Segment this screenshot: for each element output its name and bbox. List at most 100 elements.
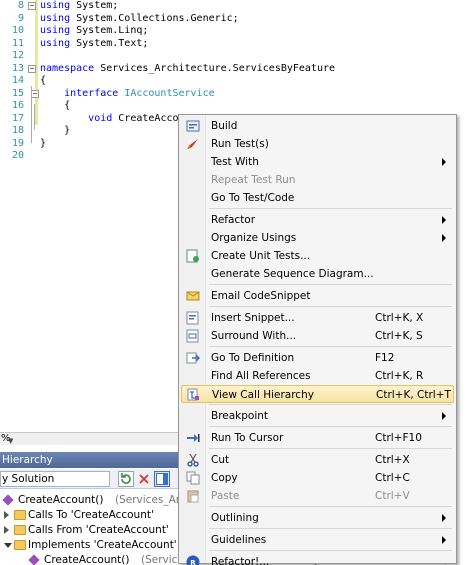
expanded-triangle-icon[interactable] xyxy=(4,543,12,548)
menu-item-run-to-cursor[interactable]: Run To Cursor Ctrl+F10 xyxy=(181,429,454,447)
menu-item-shortcut: Ctrl+K, Ctrl+T xyxy=(376,389,451,401)
keyword-token: using xyxy=(40,37,71,49)
tree-node-label: CreateAccount() xyxy=(44,554,130,565)
line-number: 16 xyxy=(11,100,24,111)
menu-item-paste: Paste Ctrl+V xyxy=(181,487,454,505)
code-line[interactable]: 8 using System; − xyxy=(0,0,475,13)
menu-item-run-test-s[interactable]: Run Test(s) xyxy=(181,135,454,153)
menu-item-surround-with[interactable]: Surround With... Ctrl+K, S xyxy=(181,327,454,345)
code-text[interactable]: { xyxy=(40,100,70,113)
menu-item-label: Organize Usings xyxy=(211,232,297,244)
method-icon xyxy=(28,554,40,565)
menu-item-label: Refactor xyxy=(211,214,256,226)
menu-item-breakpoint[interactable]: Breakpoint xyxy=(181,407,454,425)
menu-separator xyxy=(209,506,452,507)
code-line[interactable]: 14 { xyxy=(0,75,475,88)
menu-separator xyxy=(209,528,452,529)
line-number: 11 xyxy=(11,37,24,49)
menu-separator xyxy=(209,208,452,209)
menu-item-email-codesnippet[interactable]: Email CodeSnippet xyxy=(181,287,454,305)
refresh-icon[interactable] xyxy=(118,471,134,487)
collapse-outline-icon[interactable]: − xyxy=(31,89,39,98)
editor-context-menu: Build Run Test(s) Test With Repeat Test Run… xyxy=(178,114,457,565)
code-text[interactable]: namespace Services_Architecture.Services… xyxy=(40,63,335,76)
menu-item-shortcut: Ctrl+V xyxy=(375,490,410,502)
call-hierarchy-tree[interactable]: CreateAccount() (Services_Architectu Calls… xyxy=(0,490,448,565)
menu-item-go-to-definition[interactable]: Go To Definition F12 xyxy=(181,349,454,367)
line-number: 19 xyxy=(11,137,24,149)
code-line[interactable]: 9 using System.Collections.Generic; xyxy=(0,13,475,26)
menu-separator xyxy=(209,426,452,427)
zoom-control[interactable]: % ▼ xyxy=(0,432,180,445)
code-line[interactable]: 11 using System.Text; xyxy=(0,38,475,51)
menu-item-refactor[interactable]: R Refactor!... xyxy=(181,553,454,565)
code-token: System.Text; xyxy=(76,37,149,49)
tree-node-label: CreateAccount() xyxy=(18,494,104,506)
chevron-down-icon[interactable]: ▼ xyxy=(8,435,16,445)
call-hierarchy-toolbar: y Solution xyxy=(0,469,180,489)
code-line[interactable]: 13 namespace Services_Architecture.Servic… xyxy=(0,63,475,76)
code-text[interactable]: } xyxy=(40,138,46,151)
menu-item-go-to-test-code[interactable]: Go To Test/Code xyxy=(181,189,454,207)
tree-node-label: Calls From 'CreateAccount' xyxy=(28,524,169,536)
type-token: IAccountService xyxy=(124,87,215,99)
menu-item-generate-sequence-diagram[interactable]: Generate Sequence Diagram... xyxy=(181,265,454,283)
menu-item-label: Build xyxy=(211,120,238,132)
menu-item-label: Cut xyxy=(211,454,230,466)
method-icon xyxy=(2,494,14,506)
code-text[interactable]: using System; xyxy=(40,0,118,13)
menu-item-create-unit-tests[interactable]: Create Unit Tests... xyxy=(181,247,454,265)
menu-separator xyxy=(209,306,452,307)
submenu-arrow-icon xyxy=(442,158,446,166)
menu-item-label: Run Test(s) xyxy=(211,138,269,150)
code-line[interactable]: 15 interface IAccountService xyxy=(0,88,475,101)
menu-item-copy[interactable]: Copy Ctrl+C xyxy=(181,469,454,487)
code-text[interactable]: using System.Linq; xyxy=(40,25,148,38)
code-text[interactable]: { xyxy=(40,75,46,88)
code-text[interactable]: using System.Text; xyxy=(40,38,148,51)
code-token: { xyxy=(40,100,71,111)
folder-icon xyxy=(14,510,26,520)
menu-item-shortcut: Ctrl+F10 xyxy=(375,432,422,444)
menu-item-outlining[interactable]: Outlining xyxy=(181,509,454,527)
collapse-outline-icon[interactable]: − xyxy=(28,64,36,73)
menu-item-view-call-hierarchy[interactable]: View Call Hierarchy Ctrl+K, Ctrl+T xyxy=(181,385,454,403)
menu-item-insert-snippet[interactable]: Insert Snippet... Ctrl+K, X xyxy=(181,309,454,327)
menu-item-organize-usings[interactable]: Organize Usings xyxy=(181,229,454,247)
menu-item-find-all-references[interactable]: Find All References Ctrl+K, R xyxy=(181,367,454,385)
menu-item-guidelines[interactable]: Guidelines xyxy=(181,531,454,549)
menu-item-label: View Call Hierarchy xyxy=(212,389,314,401)
scope-dropdown[interactable]: y Solution xyxy=(0,471,110,487)
menu-item-repeat-test-run: Repeat Test Run xyxy=(181,171,454,189)
remove-root-icon[interactable] xyxy=(136,471,152,487)
menu-item-shortcut: Ctrl+K, R xyxy=(375,370,424,382)
collapsed-triangle-icon[interactable] xyxy=(4,511,9,519)
menu-item-label: Go To Definition xyxy=(211,352,295,364)
line-number: 15 xyxy=(11,87,24,99)
code-text[interactable]: } xyxy=(40,125,70,138)
code-line[interactable]: 10 using System.Linq; xyxy=(0,25,475,38)
menu-item-shortcut: Ctrl+X xyxy=(375,454,410,466)
code-line[interactable]: 16 { xyxy=(0,100,475,113)
code-text[interactable]: using System.Collections.Generic; xyxy=(40,13,239,26)
collapse-outline-icon[interactable]: − xyxy=(28,2,36,10)
toggle-details-pane-icon[interactable] xyxy=(154,471,170,487)
code-text[interactable]: void CreateAccou xyxy=(40,113,184,126)
menu-item-test-with[interactable]: Test With xyxy=(181,153,454,171)
menu-item-refactor[interactable]: Refactor xyxy=(181,211,454,229)
code-line[interactable]: 12 xyxy=(0,50,475,63)
submenu-arrow-icon xyxy=(442,412,446,420)
menu-item-build[interactable]: Build xyxy=(181,117,454,135)
keyword-token: using xyxy=(40,0,71,11)
code-text[interactable]: interface IAccountService xyxy=(40,88,215,101)
line-number: 9 xyxy=(17,12,24,24)
code-token: } xyxy=(40,125,71,136)
menu-separator xyxy=(209,346,452,347)
call-hierarchy-title: Hierarchy xyxy=(0,452,180,468)
line-number: 14 xyxy=(11,75,24,86)
menu-item-cut[interactable]: Cut Ctrl+X xyxy=(181,451,454,469)
submenu-arrow-icon xyxy=(442,514,446,522)
menu-separator xyxy=(209,550,452,551)
collapsed-triangle-icon[interactable] xyxy=(4,526,9,534)
